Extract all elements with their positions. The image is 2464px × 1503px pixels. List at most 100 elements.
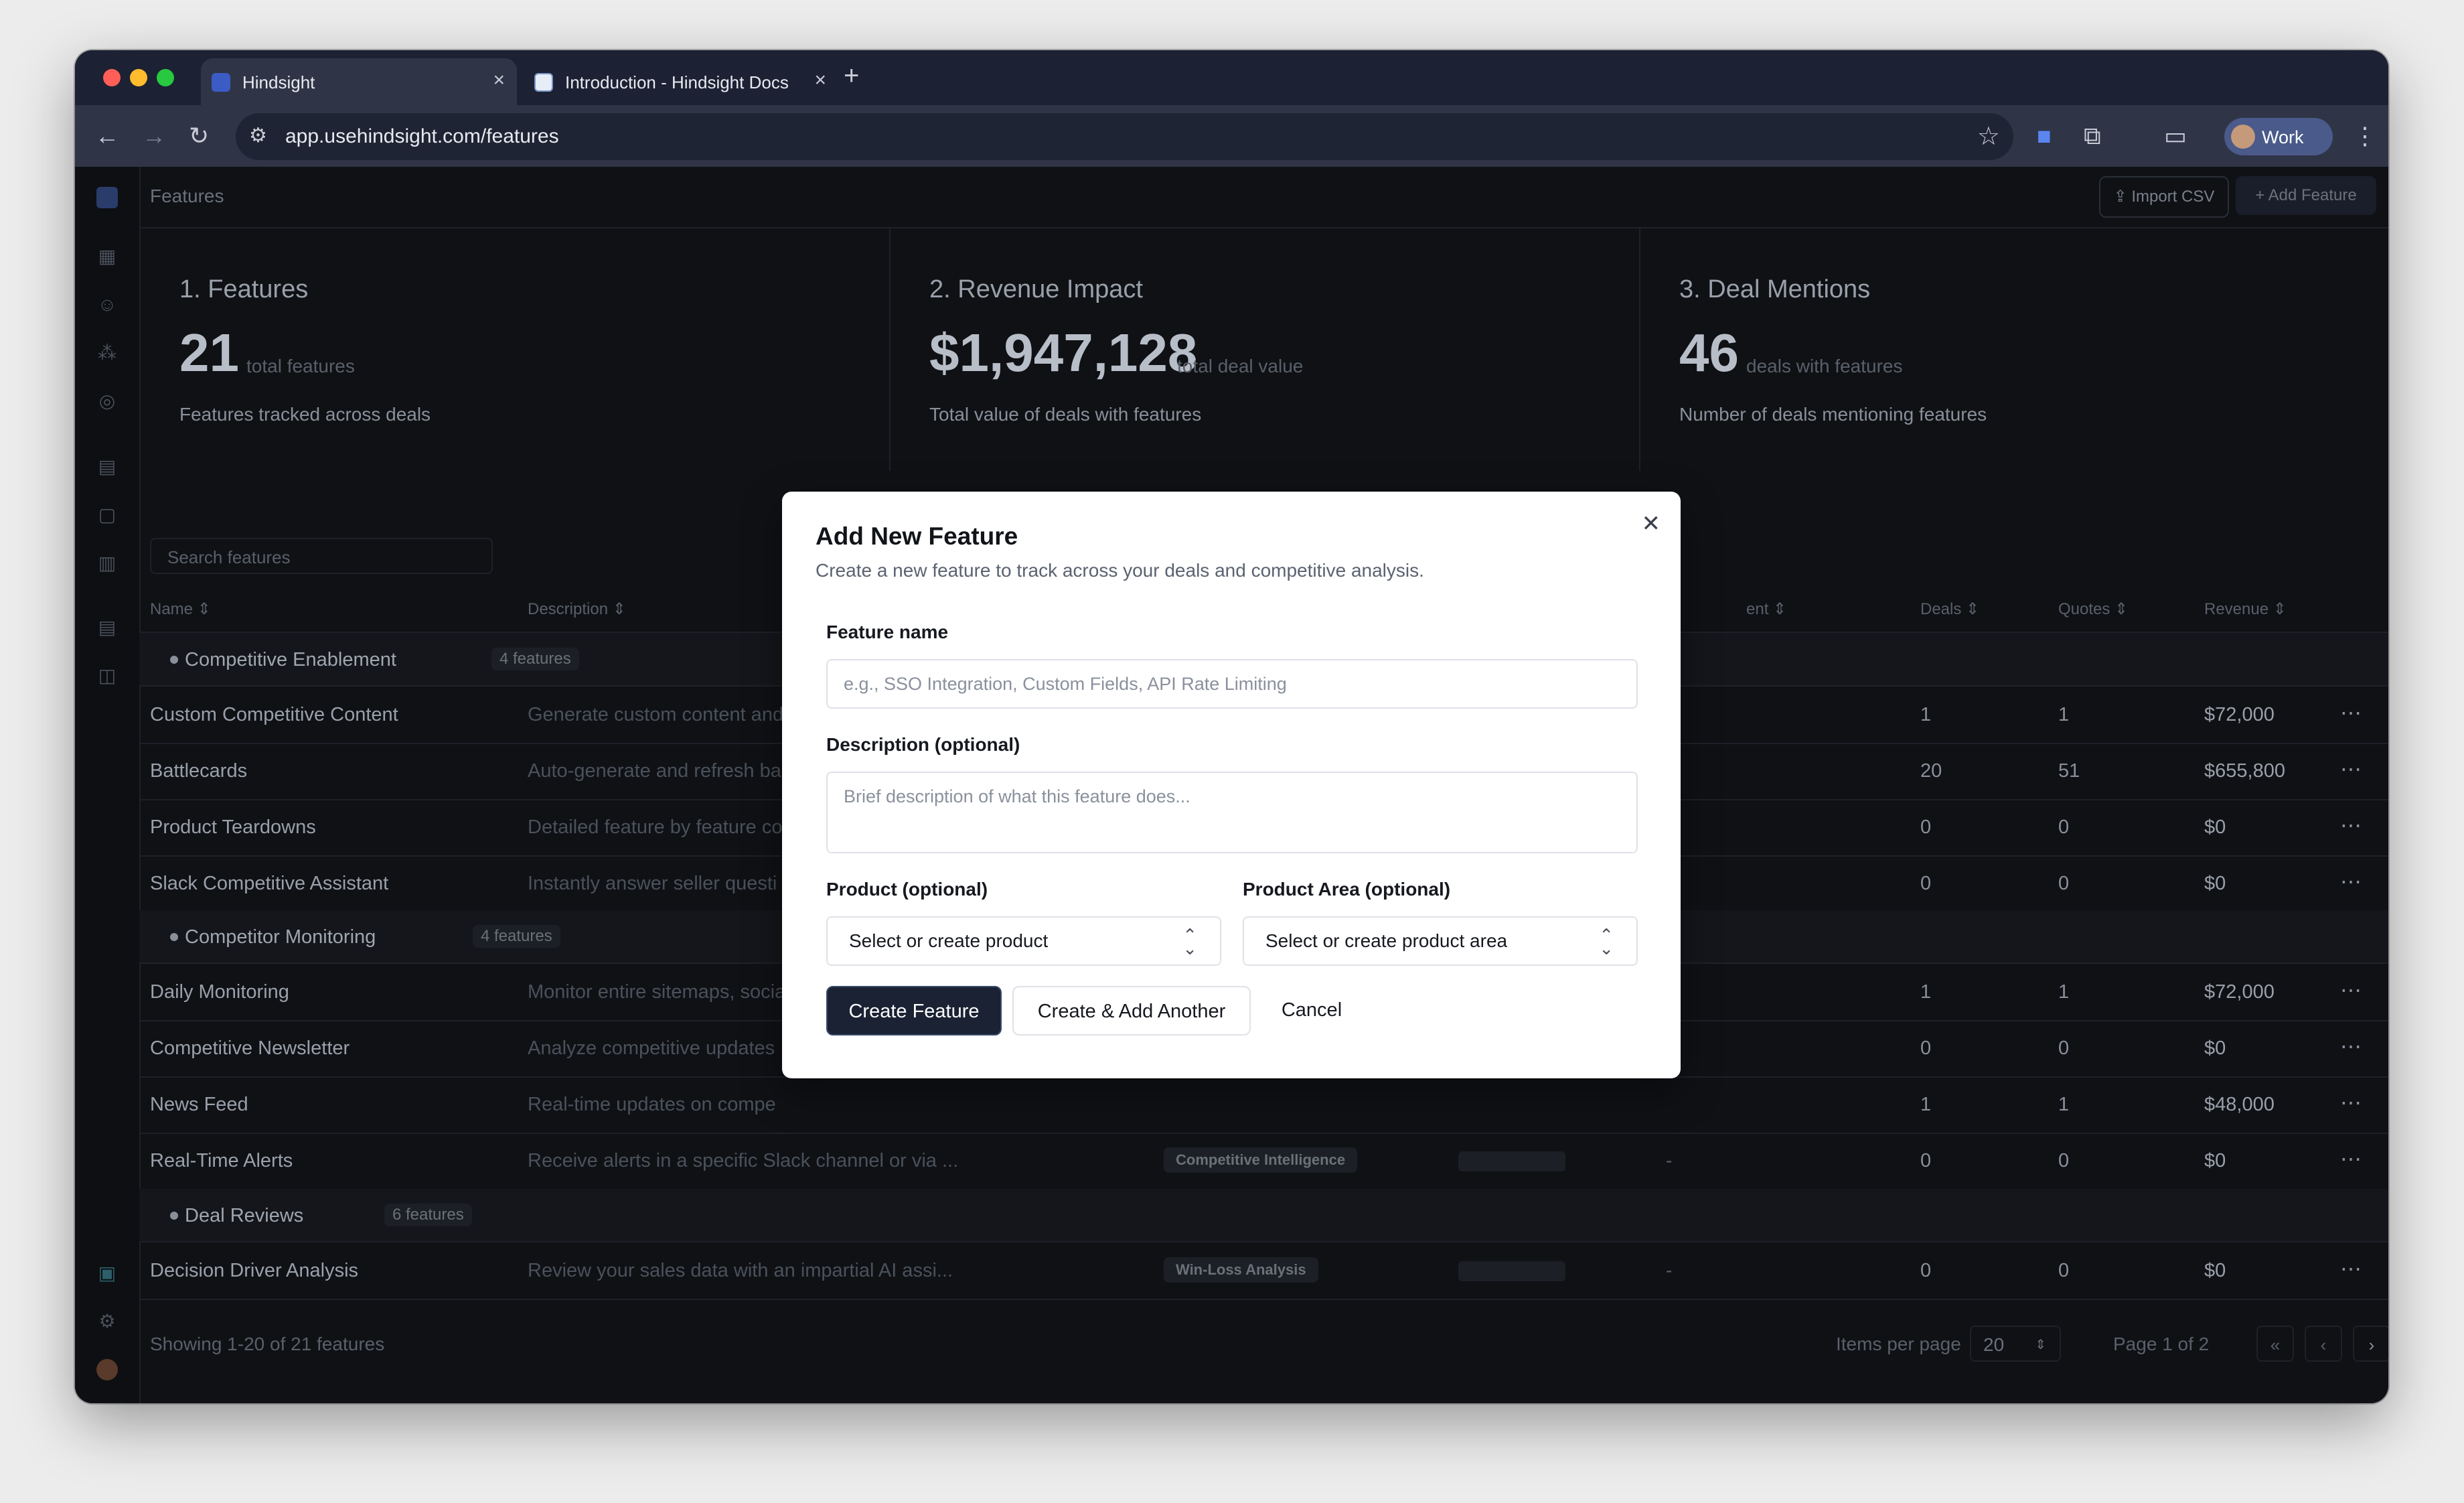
close-window-icon[interactable]	[103, 69, 121, 86]
close-icon[interactable]: ✕	[1642, 510, 1661, 537]
card-subtitle: Number of deals mentioning features	[1679, 404, 1987, 425]
feature-description: Detailed feature by feature co	[528, 816, 783, 838]
users-icon[interactable]: ☺	[96, 294, 118, 315]
row-menu-icon[interactable]: ⋯	[2340, 700, 2362, 725]
card-subtitle: Total value of deals with features	[929, 404, 1202, 425]
site-settings-icon[interactable]: ⚙	[249, 124, 267, 147]
breadcrumb: Features	[150, 186, 224, 206]
tab-search-icon[interactable]: ▭	[2164, 120, 2187, 152]
dashboard-icon[interactable]: ▦	[96, 246, 118, 267]
create-feature-button[interactable]: Create Feature	[826, 986, 1002, 1035]
column-deals[interactable]: Deals ⇕	[1920, 599, 1979, 619]
create-and-add-another-button[interactable]: Create & Add Another	[1012, 986, 1251, 1035]
new-tab-icon[interactable]: +	[844, 61, 859, 91]
row-menu-icon[interactable]: ⋯	[2340, 1090, 2362, 1115]
add-feature-button[interactable]: + Add Feature	[2236, 176, 2376, 215]
competitors-icon[interactable]: ◎	[96, 390, 118, 412]
sentiment-bar	[1458, 1261, 1565, 1281]
messages-icon[interactable]: ▢	[96, 504, 118, 526]
group-dot-icon	[170, 933, 178, 941]
first-page-icon[interactable]: «	[2256, 1326, 2294, 1362]
table-row[interactable]: Decision Driver Analysis Review your sal…	[139, 1242, 2388, 1300]
column-name[interactable]: Name ⇕	[150, 599, 211, 619]
deals-count: 0	[1920, 1150, 1932, 1171]
row-menu-icon[interactable]: ⋯	[2340, 869, 2362, 894]
feature-name: News Feed	[150, 1094, 248, 1115]
feature-name: Slack Competitive Assistant	[150, 873, 389, 894]
address-bar[interactable]: ⚙ app.usehindsight.com/features ☆	[236, 113, 2013, 160]
dialog-description: Create a new feature to track across you…	[816, 560, 1424, 581]
summary-cards: 1. Features 21 total features Features t…	[139, 228, 2388, 471]
maximize-window-icon[interactable]	[157, 69, 174, 86]
docs-favicon-icon	[534, 73, 553, 92]
description-field[interactable]: Brief description of what this feature d…	[826, 772, 1638, 853]
cancel-button[interactable]: Cancel	[1261, 986, 1362, 1035]
feature-name: Battlecards	[150, 760, 248, 782]
quotes-count: 1	[2058, 981, 2070, 1003]
column-revenue[interactable]: Revenue ⇕	[2204, 599, 2287, 619]
extension-shield-icon[interactable]: ■	[2037, 120, 2052, 152]
tab-strip: Hindsight × Introduction - Hindsight Doc…	[75, 50, 2388, 105]
group-header[interactable]: Deal Reviews 6 features	[139, 1189, 2388, 1242]
gift-icon[interactable]: ▣	[96, 1263, 118, 1284]
table-row[interactable]: Real-Time Alerts Receive alerts in a spe…	[139, 1133, 2388, 1190]
app-header: Features ⇪ Import CSV + Add Feature	[139, 167, 2388, 228]
product-select-value: Select or create product	[849, 930, 1049, 951]
revenue-value: $655,800	[2204, 760, 2285, 782]
forward-icon[interactable]: →	[142, 120, 166, 152]
url-text: app.usehindsight.com/features	[285, 125, 559, 147]
next-page-icon[interactable]: ›	[2353, 1326, 2388, 1362]
card-value: $1,947,128	[929, 323, 1198, 382]
row-menu-icon[interactable]: ⋯	[2340, 1256, 2362, 1281]
product-area-select-value: Select or create product area	[1265, 930, 1508, 951]
layout-icon[interactable]: ▤	[96, 456, 118, 478]
deals-count: 1	[1920, 704, 1932, 725]
product-area-select[interactable]: Select or create product area ⌃ ⌄	[1243, 916, 1638, 966]
documents-icon[interactable]: ▤	[96, 617, 118, 638]
revenue-value: $72,000	[2204, 704, 2275, 725]
deals-count: 0	[1920, 1260, 1932, 1281]
row-menu-icon[interactable]: ⋯	[2340, 812, 2362, 838]
row-menu-icon[interactable]: ⋯	[2340, 1146, 2362, 1171]
minimize-window-icon[interactable]	[130, 69, 147, 86]
row-menu-icon[interactable]: ⋯	[2340, 977, 2362, 1003]
chat-icon[interactable]: ◫	[96, 665, 118, 687]
browser-menu-icon[interactable]: ⋮	[2353, 120, 2377, 152]
tab-hindsight[interactable]: Hindsight ×	[201, 58, 517, 105]
product-select[interactable]: Select or create product ⌃ ⌄	[826, 916, 1221, 966]
import-csv-button[interactable]: ⇪ Import CSV	[2099, 176, 2229, 218]
user-avatar-icon[interactable]	[96, 1359, 118, 1380]
quotes-count: 1	[2058, 704, 2070, 725]
close-tab-icon[interactable]: ×	[814, 69, 826, 92]
feature-name: Decision Driver Analysis	[150, 1260, 359, 1281]
extensions-puzzle-icon[interactable]: ⧉	[2084, 120, 2101, 152]
feature-description: Real-time updates on compe	[528, 1094, 776, 1115]
column-description[interactable]: Description ⇕	[528, 599, 626, 619]
close-tab-icon[interactable]: ×	[493, 69, 505, 92]
card-revenue-impact: 2. Revenue Impact $1,947,128 total deal …	[889, 228, 1640, 471]
group-label: Competitive Enablement	[185, 649, 396, 670]
settings-gear-icon[interactable]: ⚙	[96, 1311, 118, 1332]
prev-page-icon[interactable]: ‹	[2305, 1326, 2342, 1362]
feature-name-field[interactable]: e.g., SSO Integration, Custom Fields, AP…	[826, 659, 1638, 709]
reload-icon[interactable]: ↻	[189, 120, 209, 152]
profile-button[interactable]: Work	[2224, 118, 2333, 155]
tab-hindsight-docs[interactable]: Introduction - Hindsight Docs ×	[524, 58, 838, 105]
row-menu-icon[interactable]: ⋯	[2340, 756, 2362, 782]
column-quotes[interactable]: Quotes ⇕	[2058, 599, 2128, 619]
search-input[interactable]: Search features	[150, 538, 493, 574]
app-logo-icon[interactable]	[96, 187, 118, 208]
items-per-page-select[interactable]: 20 ⇕	[1970, 1326, 2061, 1362]
group-count-badge: 4 features	[473, 925, 560, 948]
features-icon[interactable]: ⁂	[96, 342, 118, 364]
column-sentiment[interactable]: ent ⇕	[1746, 599, 1786, 619]
chevron-updown-icon: ⌃ ⌄	[1182, 925, 1197, 958]
row-menu-icon[interactable]: ⋯	[2340, 1033, 2362, 1059]
card-heading: 2. Revenue Impact	[929, 275, 1143, 303]
reports-icon[interactable]: ▥	[96, 553, 118, 574]
feature-description: Receive alerts in a specific Slack chann…	[528, 1150, 959, 1171]
back-icon[interactable]: ←	[95, 120, 119, 152]
feature-name: Competitive Newsletter	[150, 1037, 350, 1059]
table-row[interactable]: News Feed Real-time updates on compe 1 1…	[139, 1076, 2388, 1134]
bookmark-star-icon[interactable]: ☆	[1977, 121, 2000, 151]
